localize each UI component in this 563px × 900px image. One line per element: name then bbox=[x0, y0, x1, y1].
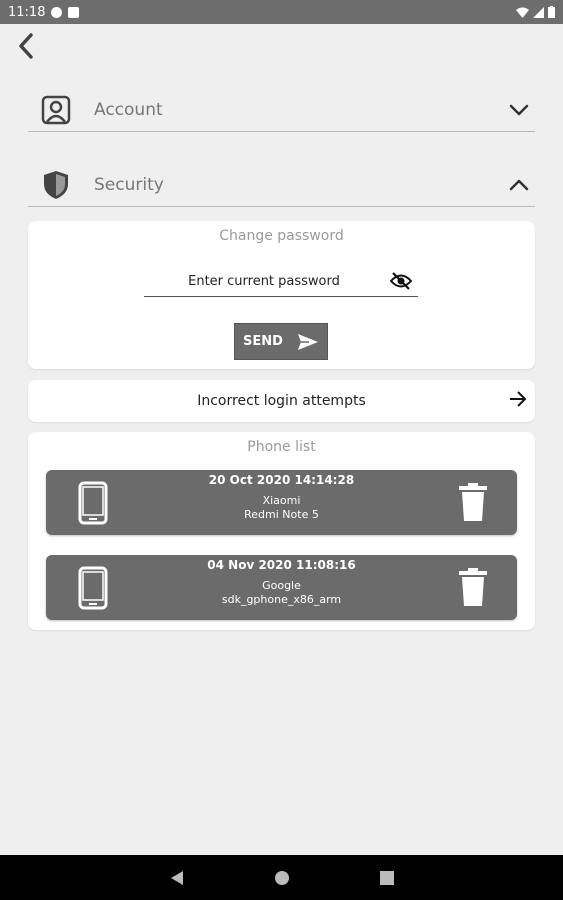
current-password-field bbox=[144, 267, 418, 297]
navigation-bar bbox=[0, 855, 563, 900]
status-time: 11:18 bbox=[8, 4, 46, 20]
phone-date: 20 Oct 2020 14:14:28 bbox=[208, 473, 355, 487]
notification-icon bbox=[51, 6, 63, 18]
login-attempts-label: Incorrect login attempts bbox=[197, 393, 366, 409]
chevron-down-icon bbox=[509, 104, 529, 115]
status-bar: 11:18 bbox=[0, 0, 563, 24]
user-icon bbox=[41, 95, 71, 124]
nav-recents-button[interactable] bbox=[379, 870, 394, 885]
phone-info: 20 Oct 2020 14:14:28 Xiaomi Redmi Note 5 bbox=[46, 473, 517, 522]
trash-icon bbox=[459, 483, 487, 521]
change-password-card: Change password SEND bbox=[28, 221, 535, 369]
trash-icon bbox=[459, 568, 487, 606]
delete-phone-button[interactable] bbox=[459, 568, 487, 610]
security-label: Security bbox=[94, 174, 164, 195]
account-label: Account bbox=[94, 99, 163, 120]
phone-list-title: Phone list bbox=[247, 439, 316, 455]
delete-phone-button[interactable] bbox=[459, 483, 487, 525]
account-chevron bbox=[505, 104, 533, 116]
login-attempts-button[interactable]: Incorrect login attempts bbox=[28, 380, 535, 422]
chevron-up-icon bbox=[509, 179, 529, 190]
nav-home-button[interactable] bbox=[274, 870, 290, 886]
status-right bbox=[516, 6, 555, 18]
security-chevron bbox=[505, 179, 533, 191]
current-password-input[interactable] bbox=[144, 274, 384, 289]
arrow-right-wrap bbox=[509, 391, 527, 411]
status-left: 11:18 bbox=[8, 4, 80, 20]
chevron-left-icon bbox=[19, 33, 33, 59]
phone-brand: Google bbox=[262, 579, 301, 592]
security-icon-wrap bbox=[36, 170, 76, 200]
signal-icon bbox=[533, 6, 544, 18]
battery-icon bbox=[548, 6, 555, 18]
phone-list-card: Phone list 20 Oct 2020 14:14:28 Xiaomi R… bbox=[28, 432, 535, 630]
shield-icon bbox=[44, 170, 68, 199]
nav-recents-icon bbox=[379, 870, 394, 885]
nav-home-icon bbox=[274, 870, 289, 885]
nav-back-icon bbox=[170, 870, 183, 885]
account-section-header[interactable]: Account bbox=[28, 88, 535, 132]
nav-back-button[interactable] bbox=[170, 870, 184, 886]
change-password-title: Change password bbox=[219, 228, 344, 244]
phone-model: sdk_gphone_x86_arm bbox=[221, 593, 342, 606]
eye-off-icon bbox=[389, 272, 413, 290]
toggle-visibility-button[interactable] bbox=[389, 272, 413, 294]
wifi-icon bbox=[516, 7, 529, 18]
phone-date: 04 Nov 2020 11:08:16 bbox=[207, 558, 356, 572]
account-icon-wrap bbox=[36, 95, 76, 125]
arrow-right-icon bbox=[510, 391, 527, 407]
back-button[interactable] bbox=[10, 30, 40, 62]
phone-model: Redmi Note 5 bbox=[244, 508, 319, 521]
phone-list-item: 20 Oct 2020 14:14:28 Xiaomi Redmi Note 5 bbox=[46, 470, 517, 535]
send-label: SEND bbox=[243, 334, 283, 349]
phone-brand: Xiaomi bbox=[262, 494, 301, 507]
send-button[interactable]: SEND bbox=[234, 323, 328, 360]
send-icon bbox=[297, 333, 318, 350]
phone-list-item: 04 Nov 2020 11:08:16 Google sdk_gphone_x… bbox=[46, 555, 517, 620]
security-section-header[interactable]: Security bbox=[28, 163, 535, 207]
phone-info: 04 Nov 2020 11:08:16 Google sdk_gphone_x… bbox=[46, 558, 517, 607]
sd-card-icon bbox=[68, 6, 80, 18]
